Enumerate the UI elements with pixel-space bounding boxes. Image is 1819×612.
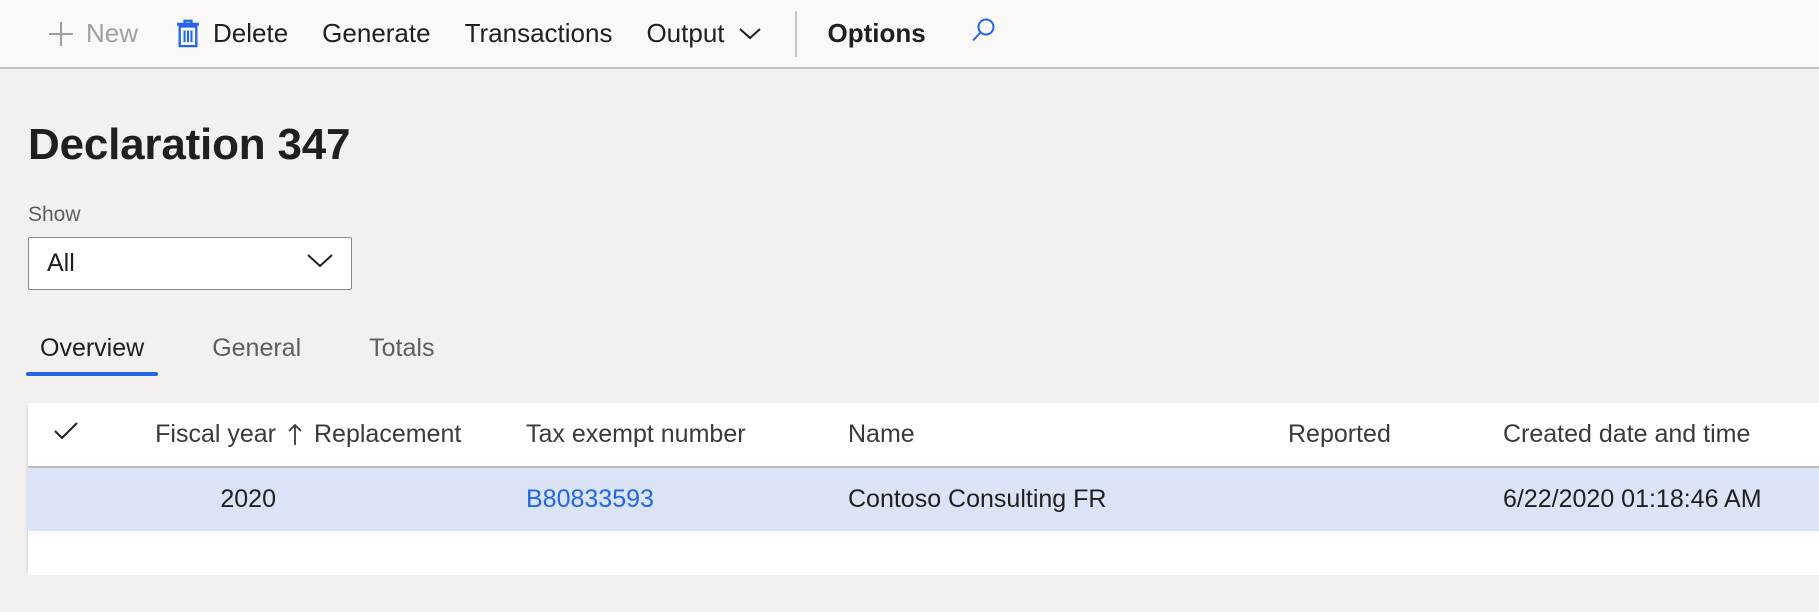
column-header-fiscal-year[interactable]: Fiscal year: [104, 420, 276, 449]
column-header-tax-exempt-number[interactable]: Tax exempt number: [526, 420, 848, 449]
transactions-button-label: Transactions: [464, 18, 613, 48]
show-filter: Show All: [28, 203, 1791, 291]
options-tab-button[interactable]: Options: [811, 11, 943, 57]
delete-button[interactable]: Delete: [155, 11, 305, 57]
search-icon: [967, 15, 999, 52]
generate-button-label: Generate: [322, 18, 431, 48]
options-label: Options: [827, 18, 926, 48]
tab-general[interactable]: General: [198, 334, 315, 376]
command-bar: New Delete Generate Transactions Output …: [0, 0, 1819, 69]
output-menu-button[interactable]: Output: [629, 11, 778, 57]
toolbar-divider: [794, 10, 797, 57]
delete-button-label: Delete: [213, 18, 289, 48]
column-header-fiscal-year-label: Fiscal year: [155, 420, 276, 449]
chevron-down-icon: [738, 27, 762, 41]
column-header-created-date-and-time[interactable]: Created date and time: [1503, 420, 1803, 449]
tab-list: Overview General Totals: [26, 326, 1791, 377]
transactions-button[interactable]: Transactions: [448, 11, 630, 57]
page-body: Declaration 347 Show All Overview Genera…: [0, 120, 1819, 576]
tab-general-label: General: [212, 334, 302, 363]
show-filter-value: All: [47, 249, 75, 278]
show-filter-select[interactable]: All: [28, 237, 352, 291]
show-filter-label: Show: [28, 203, 81, 227]
column-header-created-date-and-time-label: Created date and time: [1503, 420, 1751, 449]
tab-totals-label: Totals: [369, 334, 435, 363]
tab-totals[interactable]: Totals: [355, 334, 448, 376]
checkmark-icon: [52, 420, 80, 449]
new-button[interactable]: New: [28, 11, 155, 57]
chevron-down-icon: [305, 252, 335, 275]
tab-overview[interactable]: Overview: [26, 334, 159, 377]
tab-overview-label: Overview: [40, 334, 145, 363]
grid-header-row: Fiscal year Replacement Tax exempt numbe…: [28, 403, 1819, 469]
cell-created-date-and-time: 6/22/2020 01:18:46 AM: [1503, 485, 1762, 514]
new-button-label: New: [86, 18, 139, 48]
output-menu-label: Output: [646, 18, 725, 48]
grid-empty-area: [28, 531, 1819, 576]
column-header-name-label: Name: [848, 420, 915, 449]
column-header-name[interactable]: Name: [848, 420, 1288, 449]
column-header-tax-exempt-number-label: Tax exempt number: [526, 420, 746, 449]
column-header-replacement-label: Replacement: [314, 420, 462, 449]
declarations-grid: Fiscal year Replacement Tax exempt numbe…: [28, 403, 1819, 576]
cell-tax-exempt-number-link[interactable]: B80833593: [526, 485, 848, 514]
generate-button[interactable]: Generate: [305, 11, 447, 57]
select-all-checkbox[interactable]: [28, 420, 104, 449]
column-header-reported[interactable]: Reported: [1288, 420, 1503, 449]
arrow-up-icon: [276, 422, 314, 448]
table-row[interactable]: 2020 B80833593 Contoso Consulting FR 6/2…: [28, 468, 1819, 532]
column-header-replacement[interactable]: Replacement: [314, 420, 526, 449]
plus-icon: [45, 18, 77, 50]
cell-name: Contoso Consulting FR: [848, 485, 1107, 514]
column-header-reported-label: Reported: [1288, 420, 1391, 449]
trash-icon: [172, 18, 204, 50]
search-button[interactable]: [957, 11, 1009, 57]
page-title: Declaration 347: [28, 120, 351, 169]
cell-fiscal-year: 2020: [220, 485, 276, 514]
